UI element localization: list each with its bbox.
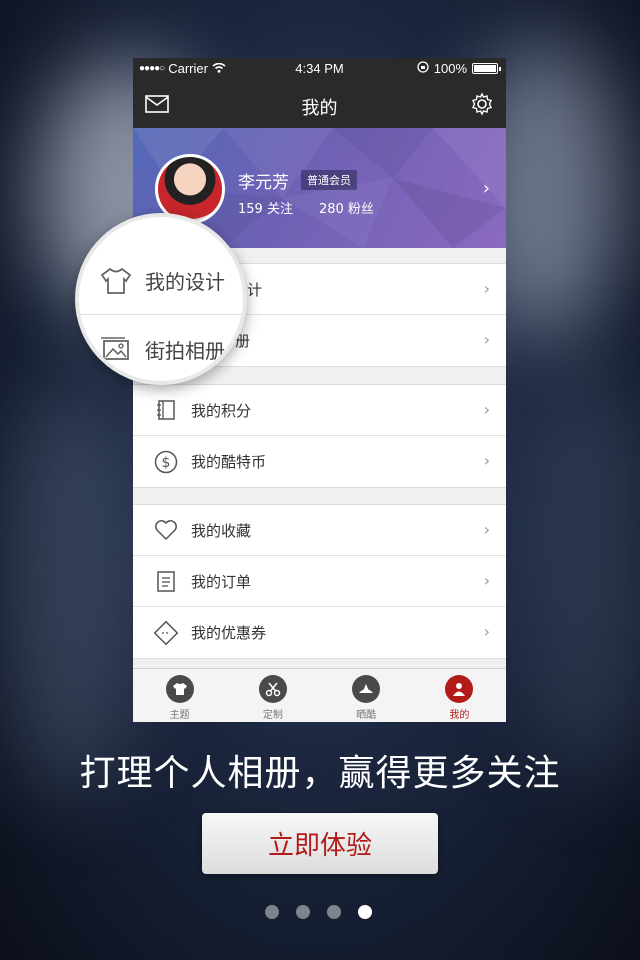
menu-item-label: 我的优惠券 xyxy=(191,624,267,642)
menu-group-points: 我的积分 › $ 我的酷特币 › xyxy=(133,384,506,488)
chevron-right-icon: › xyxy=(483,520,490,539)
battery-percent: 100% xyxy=(433,61,467,76)
tab-bar: 主题 定制 晒酷 我的 xyxy=(133,668,506,722)
tshirt-tab-icon xyxy=(165,675,194,703)
try-now-button[interactable]: 立即体验 xyxy=(202,813,438,874)
background-blur xyxy=(520,360,640,780)
magnifier-callout: 我的设计 街拍相册 xyxy=(75,213,247,385)
menu-item-label: 我的收藏 xyxy=(191,521,252,540)
notebook-icon xyxy=(153,397,179,423)
menu-item-label: 我的订单 xyxy=(191,572,252,591)
page-dot[interactable] xyxy=(265,905,279,919)
coupon-icon xyxy=(153,620,179,646)
menu-item-points[interactable]: 我的积分 › xyxy=(133,385,506,436)
order-list-icon xyxy=(153,568,179,594)
chevron-right-icon: › xyxy=(483,622,490,641)
tab-customize[interactable]: 定制 xyxy=(226,669,319,722)
menu-item-orders[interactable]: 我的订单 › xyxy=(133,556,506,607)
user-tab-icon xyxy=(445,675,474,703)
tab-label: 晒酷 xyxy=(356,710,377,721)
dollar-coin-icon: $ xyxy=(153,449,179,475)
magnified-item-my-design: 我的设计 xyxy=(79,247,243,315)
chevron-right-icon: › xyxy=(483,571,490,590)
phone-screen: ●●●●○ Carrier 4:34 PM 100% 我的 李元芳 普通会员 1… xyxy=(133,58,506,722)
nav-bar: 我的 xyxy=(133,80,506,128)
tagline: 打理个人相册，赢得更多关注 xyxy=(79,753,561,794)
menu-item-kute-coins[interactable]: $ 我的酷特币 › xyxy=(133,436,506,487)
rotation-lock-icon xyxy=(417,61,429,76)
member-badge: 普通会员 xyxy=(301,170,357,190)
hat-tab-icon xyxy=(352,675,381,703)
chevron-right-icon: › xyxy=(483,400,490,419)
background-blur xyxy=(0,380,140,800)
tab-label: 定制 xyxy=(262,710,283,721)
user-name: 李元芳 xyxy=(238,173,289,193)
gear-icon[interactable] xyxy=(470,92,494,120)
chevron-right-icon: › xyxy=(483,330,490,349)
tab-label: 主题 xyxy=(169,710,190,721)
page-indicator xyxy=(265,905,372,919)
followers-count[interactable]: 280 粉丝 xyxy=(319,198,374,217)
tab-theme[interactable]: 主题 xyxy=(133,669,226,722)
tab-label: 我的 xyxy=(449,710,470,721)
svg-text:$: $ xyxy=(162,455,171,471)
magnified-item-street-album: 街拍相册 xyxy=(79,315,243,381)
menu-group-orders: 我的收藏 › 我的订单 › 我的优惠券 › xyxy=(133,504,506,659)
heart-icon xyxy=(153,517,179,543)
following-count[interactable]: 159 关注 xyxy=(238,198,293,217)
page-dot[interactable] xyxy=(327,905,341,919)
chevron-right-icon: › xyxy=(483,279,490,298)
magnified-label: 街拍相册 xyxy=(145,338,225,363)
tab-show-off[interactable]: 晒酷 xyxy=(320,669,413,722)
page-dot[interactable] xyxy=(296,905,310,919)
magnified-label: 我的设计 xyxy=(145,270,225,294)
status-bar: ●●●●○ Carrier 4:34 PM 100% xyxy=(133,58,506,80)
tab-mine[interactable]: 我的 xyxy=(413,669,506,722)
scissors-tab-icon xyxy=(258,675,287,703)
chevron-right-icon: › xyxy=(483,451,490,470)
menu-item-coupons[interactable]: 我的优惠券 › xyxy=(133,607,506,658)
menu-item-label: 我的积分 xyxy=(191,401,252,420)
menu-item-favorites[interactable]: 我的收藏 › xyxy=(133,505,506,556)
chevron-right-icon: › xyxy=(482,178,490,199)
page-dot-active[interactable] xyxy=(358,905,372,919)
battery-icon xyxy=(472,63,501,74)
page-title: 我的 xyxy=(301,98,338,119)
shirt-icon xyxy=(99,264,133,298)
photo-album-icon xyxy=(99,332,133,366)
menu-item-label: 我的酷特币 xyxy=(191,453,267,471)
menu-item-label: 计 xyxy=(247,280,263,299)
